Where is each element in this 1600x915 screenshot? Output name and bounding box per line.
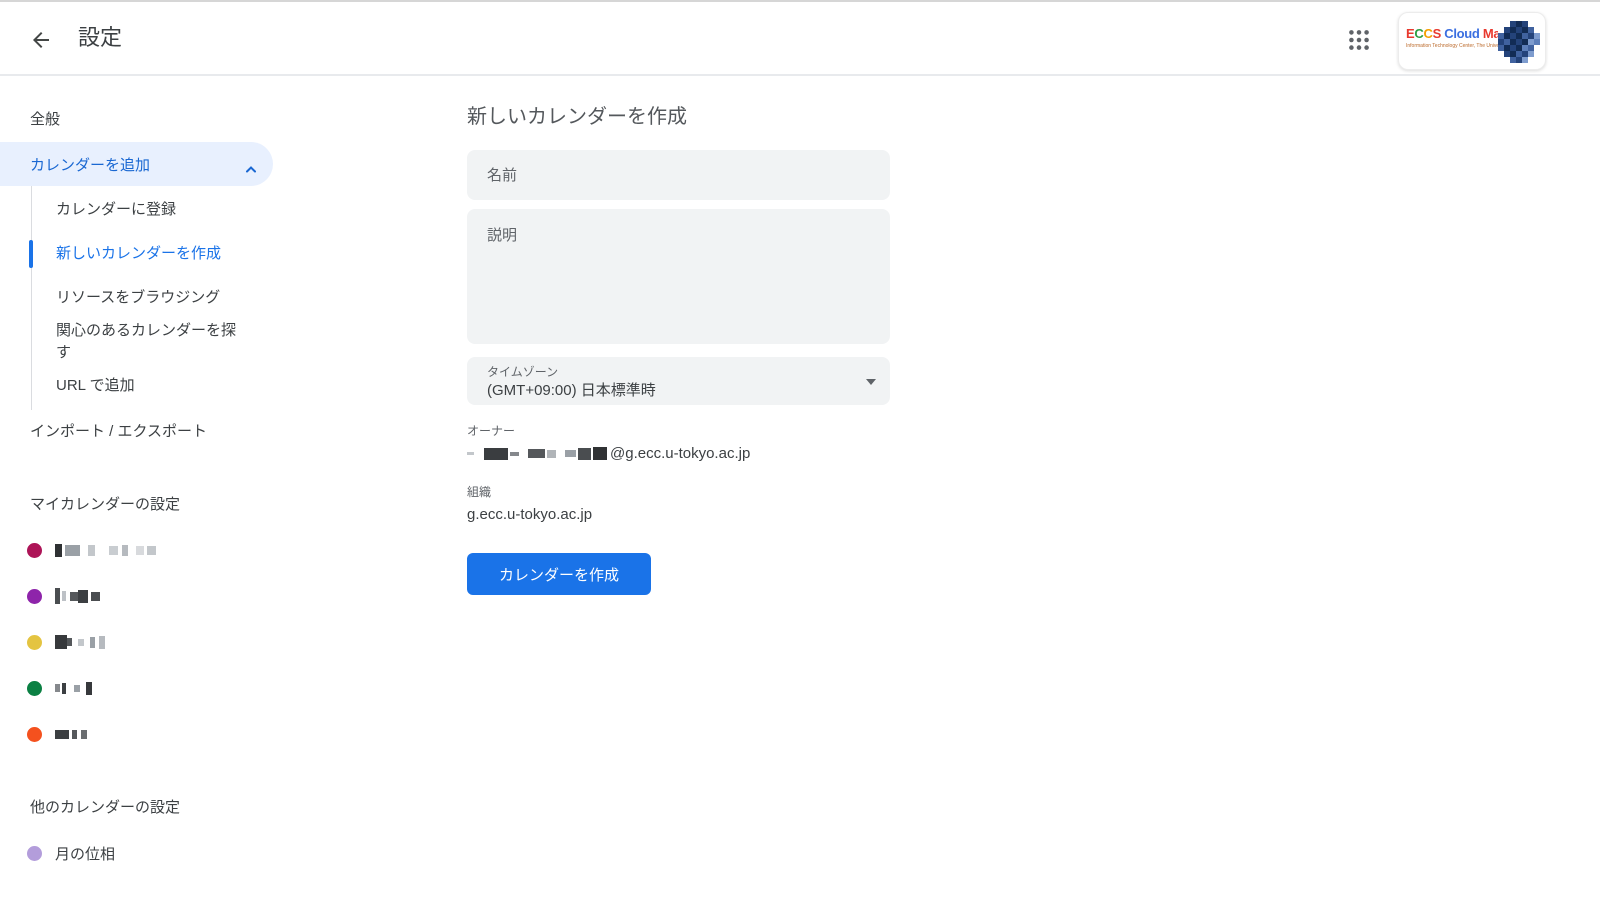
my-calendars-header: マイカレンダーの設定 bbox=[0, 483, 300, 527]
account-logo-card[interactable]: ECCS Cloud Mail Information Technology C… bbox=[1398, 12, 1546, 70]
my-calendar-row[interactable] bbox=[0, 573, 300, 619]
create-calendar-form: 新しいカレンダーを作成 タイムゾーン (GMT+09:00) 日本標準時 オーナ… bbox=[467, 76, 987, 595]
my-calendar-row[interactable] bbox=[0, 619, 300, 665]
redacted-owner-email-prefix bbox=[467, 447, 608, 460]
other-calendars-header: 他のカレンダーの設定 bbox=[0, 786, 300, 830]
sidebar-item-subscribe-calendar[interactable]: カレンダーに登録 bbox=[32, 188, 248, 232]
back-button[interactable] bbox=[26, 26, 56, 56]
redacted-calendar-name bbox=[55, 635, 105, 649]
avatar[interactable] bbox=[1498, 21, 1540, 63]
timezone-label: タイムゾーン bbox=[487, 364, 870, 380]
sidebar-item-browse-calendars-of-interest[interactable]: 関心のあるカレンダーを探す bbox=[32, 320, 248, 364]
timezone-select[interactable]: タイムゾーン (GMT+09:00) 日本標準時 bbox=[467, 357, 890, 405]
organization-label: 組織 bbox=[467, 484, 987, 500]
logo-wordmark: ECCS Cloud Mail bbox=[1406, 26, 1502, 41]
form-title: 新しいカレンダーを作成 bbox=[467, 103, 987, 131]
calendar-color-dot bbox=[27, 727, 42, 742]
logo-letter: C bbox=[1423, 26, 1432, 41]
add-calendar-submenu: カレンダーに登録 新しいカレンダーを作成 リソースをブラウジング 関心のあるカレ… bbox=[31, 186, 300, 410]
eccs-cloud-mail-logo: ECCS Cloud Mail Information Technology C… bbox=[1406, 26, 1502, 49]
sidebar-item-add-from-url[interactable]: URL で追加 bbox=[32, 364, 248, 408]
arrow-left-icon bbox=[29, 40, 53, 55]
calendar-settings-page: 設定 ECCS Cloud Mail Information Technolog… bbox=[0, 0, 1600, 915]
sidebar-item-browse-resources[interactable]: リソースをブラウジング bbox=[32, 276, 248, 320]
add-calendar-label: カレンダーを追加 bbox=[30, 154, 150, 175]
calendar-description-input[interactable] bbox=[467, 209, 890, 344]
calendar-name: 月の位相 bbox=[55, 843, 115, 864]
sidebar-item-add-calendar[interactable]: カレンダーを追加 bbox=[0, 142, 273, 186]
logo-subtitle: Information Technology Center, The Unive… bbox=[1406, 43, 1502, 49]
apps-grid-button[interactable] bbox=[1344, 26, 1374, 56]
header: 設定 ECCS Cloud Mail Information Technolog… bbox=[0, 2, 1600, 76]
page-title: 設定 bbox=[78, 2, 122, 74]
redacted-calendar-name bbox=[55, 544, 156, 557]
calendar-color-dot bbox=[27, 635, 42, 650]
calendar-color-dot bbox=[27, 589, 42, 604]
sidebar: 全般 カレンダーを追加 カレンダーに登録 新しいカレンダーを作成 リソースをブラ… bbox=[0, 78, 300, 876]
my-calendar-row[interactable] bbox=[0, 711, 300, 757]
sidebar-item-create-new-calendar[interactable]: 新しいカレンダーを作成 bbox=[32, 232, 248, 276]
calendar-color-dot bbox=[27, 681, 42, 696]
create-calendar-button[interactable]: カレンダーを作成 bbox=[467, 553, 651, 595]
chevron-up-icon bbox=[245, 160, 257, 177]
sidebar-item-import-export[interactable]: インポート / エクスポート bbox=[0, 410, 300, 454]
calendar-color-dot bbox=[27, 543, 42, 558]
sidebar-item-general[interactable]: 全般 bbox=[0, 98, 300, 142]
logo-word-cloud: Cloud bbox=[1441, 26, 1483, 41]
owner-label: オーナー bbox=[467, 423, 987, 439]
logo-letter: S bbox=[1433, 26, 1441, 41]
owner-value: @g.ecc.u-tokyo.ac.jp bbox=[467, 443, 987, 464]
calendar-name-input[interactable] bbox=[467, 150, 890, 200]
redacted-calendar-name bbox=[55, 588, 100, 604]
other-calendar-row-moon-phases[interactable]: 月の位相 bbox=[0, 830, 300, 876]
redacted-calendar-name bbox=[55, 682, 92, 695]
apps-grid-icon bbox=[1346, 41, 1372, 56]
dropdown-caret-icon bbox=[866, 379, 876, 385]
my-calendar-row[interactable] bbox=[0, 527, 300, 573]
my-calendar-row[interactable] bbox=[0, 665, 300, 711]
timezone-value: (GMT+09:00) 日本標準時 bbox=[487, 381, 870, 401]
calendar-color-dot bbox=[27, 846, 42, 861]
redacted-calendar-name bbox=[55, 730, 87, 739]
organization-value: g.ecc.u-tokyo.ac.jp bbox=[467, 504, 987, 525]
owner-email-domain: @g.ecc.u-tokyo.ac.jp bbox=[610, 443, 750, 464]
